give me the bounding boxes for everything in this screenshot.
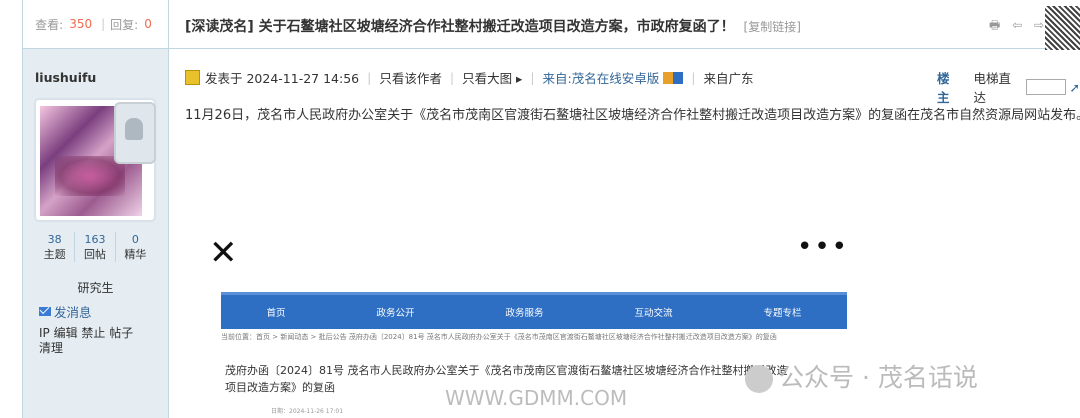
replies-label: 回复: bbox=[110, 17, 139, 32]
thread-title: [深读茂名] 关于石鳌塘社区坡塘经济合作社整村搬迁改造项目改造方案，市政府复函了… bbox=[185, 16, 801, 36]
ops-line-2[interactable]: 清理 bbox=[39, 341, 157, 356]
online-status-icon bbox=[185, 70, 200, 85]
thread-tag[interactable]: [深读茂名] bbox=[185, 19, 254, 35]
meta-divider: | bbox=[691, 70, 696, 85]
qr-code bbox=[1045, 6, 1080, 50]
send-message-label: 发消息 bbox=[54, 305, 92, 320]
android-robot-icon bbox=[125, 118, 143, 140]
site-watermark: WWW.GDMM.COM bbox=[445, 386, 628, 410]
user-rank: 研究生 bbox=[77, 281, 114, 295]
nav-item: 政务公开 bbox=[376, 308, 415, 319]
nav-item: 专题专栏 bbox=[763, 308, 802, 319]
author-username[interactable]: liushuifu bbox=[35, 70, 96, 85]
only-big-image-link[interactable]: 只看大图 ▸ bbox=[462, 68, 522, 87]
avatar-frame[interactable] bbox=[35, 99, 156, 221]
watermark-text: 公众号 · 茂名话说 bbox=[779, 363, 978, 392]
thread-counts: 查看: 350 | 回复: 0 bbox=[23, 0, 168, 49]
gov-site-navbar: 首页 政务公开 政务服务 互动交流 专题专栏 bbox=[221, 292, 847, 329]
floor-label: 楼主 bbox=[937, 71, 950, 105]
more-icon: ••• bbox=[797, 232, 850, 262]
elevator-label: 电梯直达 bbox=[973, 71, 1011, 105]
source-link[interactable]: 来自:茂名在线安卓版 bbox=[543, 68, 660, 87]
views-count: 350 bbox=[69, 17, 93, 31]
android-phone-icon bbox=[114, 102, 156, 164]
nav-item: 互动交流 bbox=[634, 308, 673, 319]
moderator-links[interactable]: IP 编辑 禁止 帖子 清理 bbox=[39, 326, 157, 356]
post-content: 11月26日，茂名市人民政府办公室关于《茂名市茂南区官渡街石鳌塘社区坡塘经济合作… bbox=[185, 108, 1080, 123]
stat-label: 主题 bbox=[43, 248, 66, 261]
nav-item: 政务服务 bbox=[505, 308, 544, 319]
print-prev-next-icons[interactable]: 🖶 ⇦ ⇨ bbox=[989, 16, 1048, 37]
post-location: 来自广东 bbox=[703, 71, 754, 86]
meta-divider: | bbox=[449, 70, 455, 85]
close-icon: ✕ bbox=[209, 233, 238, 273]
go-arrow-icon[interactable]: ➚ bbox=[1070, 80, 1080, 95]
stat-digest[interactable]: 0 精华 bbox=[114, 232, 155, 262]
stat-value: 38 bbox=[47, 233, 62, 246]
wechat-icon bbox=[745, 365, 773, 393]
count-divider: | bbox=[101, 17, 106, 31]
gov-breadcrumb: 当前位置：首页 > 新闻动态 > 批后公告 茂府办函〔2024〕81号 茂名市人… bbox=[221, 333, 777, 341]
stat-label: 回帖 bbox=[83, 248, 106, 261]
stat-label: 精华 bbox=[124, 248, 147, 261]
send-message-link[interactable]: 发消息 bbox=[39, 302, 92, 321]
post-frame: 查看: 350 | 回复: 0 liushuifu 38 主题 163 回帖 0 精华… bbox=[22, 0, 1080, 418]
meta-divider: | bbox=[367, 70, 372, 85]
author-stats: 38 主题 163 回帖 0 精华 bbox=[35, 232, 155, 262]
envelope-icon bbox=[39, 307, 51, 316]
meta-divider: | bbox=[530, 70, 535, 85]
floor-input[interactable] bbox=[1026, 79, 1066, 95]
gov-doc-date: 日期：2024-11-26 17:01 bbox=[271, 408, 344, 415]
views-label: 查看: bbox=[35, 17, 64, 32]
post-date: 发表于 2024-11-27 14:56 bbox=[205, 71, 360, 86]
only-author-link[interactable]: 只看该作者 bbox=[379, 68, 442, 87]
ops-line-1[interactable]: IP 编辑 禁止 帖子 bbox=[39, 326, 157, 341]
wechat-watermark: 公众号 · 茂名话说 bbox=[745, 358, 978, 394]
copy-link[interactable]: [复制链接] bbox=[744, 20, 801, 34]
stat-value: 163 bbox=[84, 233, 106, 246]
post-main: [深读茂名] 关于石鳌塘社区坡塘经济合作社整村搬迁改造项目改造方案，市政府复函了… bbox=[169, 0, 1080, 418]
thread-title-text: 关于石鳌塘社区坡塘经济合作社整村搬迁改造项目改造方案，市政府复函了！ bbox=[258, 19, 735, 35]
stat-topics[interactable]: 38 主题 bbox=[35, 232, 74, 262]
stat-replies[interactable]: 163 回帖 bbox=[74, 232, 114, 262]
embedded-screenshot[interactable]: ✕ ••• 首页 政务公开 政务服务 互动交流 专题专栏 当前位置：首页 > 新… bbox=[185, 210, 1063, 418]
stat-value: 0 bbox=[131, 233, 139, 246]
author-sidebar: 查看: 350 | 回复: 0 liushuifu 38 主题 163 回帖 0 精华… bbox=[23, 0, 169, 418]
app-logo-icon bbox=[663, 71, 684, 84]
nav-item: 首页 bbox=[266, 308, 286, 319]
floor-nav: 楼主 电梯直达 ➚ bbox=[937, 68, 1080, 106]
replies-count: 0 bbox=[144, 17, 152, 31]
thread-header: [深读茂名] 关于石鳌塘社区坡塘经济合作社整村搬迁改造项目改造方案，市政府复函了… bbox=[169, 0, 1080, 50]
